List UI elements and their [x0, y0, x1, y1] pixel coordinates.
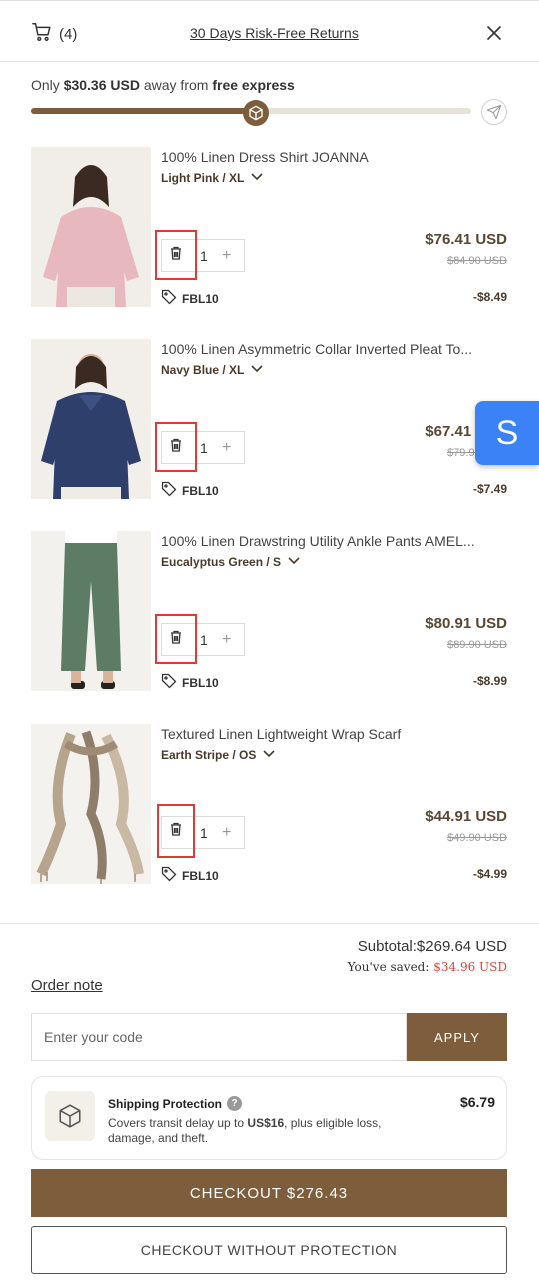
product-image[interactable]	[31, 531, 151, 691]
order-note-link[interactable]: Order note	[31, 977, 103, 994]
plus-icon[interactable]: +	[222, 824, 231, 842]
help-icon[interactable]: ?	[227, 1096, 242, 1111]
discount-code-tag: FBL10	[161, 289, 219, 308]
protection-price: $6.79	[459, 1094, 495, 1110]
item-discount: -$7.49	[472, 482, 507, 496]
tag-icon	[161, 289, 177, 308]
cart-footer: Subtotal:$269.64 USD You've saved: $34.9…	[0, 923, 539, 1285]
checkout-button[interactable]: CHECKOUT $276.43	[31, 1169, 507, 1217]
variant-selector[interactable]: Earth Stripe / OS	[161, 748, 276, 762]
shipping-protection-card[interactable]: Shipping Protection ? Covers transit del…	[31, 1076, 507, 1160]
variant-selector[interactable]: Light Pink / XL	[161, 171, 264, 185]
free-shipping-message: Only $30.36 USD away from free express	[31, 77, 295, 93]
apply-button[interactable]: APPLY	[407, 1013, 507, 1061]
discount-code-tag: FBL10	[161, 866, 219, 885]
cart-item: Textured Linen Lightweight Wrap Scarf Ea…	[31, 724, 507, 884]
protection-title: Shipping Protection ?	[108, 1096, 242, 1111]
item-title[interactable]: Textured Linen Lightweight Wrap Scarf	[161, 726, 507, 742]
cart-indicator[interactable]: (4)	[31, 21, 77, 48]
chevron-down-icon	[287, 555, 301, 569]
trash-icon	[169, 246, 183, 265]
product-image[interactable]	[31, 724, 151, 884]
tag-icon	[161, 866, 177, 885]
cart-item: 100% Linen Drawstring Utility Ankle Pant…	[31, 531, 507, 691]
quantity-value[interactable]: 1	[200, 440, 208, 456]
discount-code-tag: FBL10	[161, 673, 219, 692]
chevron-down-icon	[250, 363, 264, 377]
quantity-value[interactable]: 1	[200, 825, 208, 841]
item-discount: -$8.49	[472, 290, 507, 304]
quantity-value[interactable]: 1	[200, 248, 208, 264]
item-original-price: $89.90 USD	[447, 639, 507, 651]
discount-code-tag: FBL10	[161, 481, 219, 500]
trash-icon	[169, 822, 183, 841]
savings-line: You've saved: $34.96 USD	[347, 960, 507, 974]
chevron-down-icon	[262, 748, 276, 762]
variant-label: Navy Blue / XL	[161, 363, 245, 377]
remove-item-button[interactable]	[155, 422, 197, 472]
cart-item: 100% Linen Dress Shirt JOANNA Light Pink…	[31, 147, 507, 307]
item-title[interactable]: 100% Linen Dress Shirt JOANNA	[161, 149, 507, 165]
item-title[interactable]: 100% Linen Asymmetric Collar Inverted Pl…	[161, 341, 507, 357]
returns-link[interactable]: 30 Days Risk-Free Returns	[190, 25, 359, 41]
shipping-progress-fill	[31, 108, 256, 114]
product-image[interactable]	[31, 147, 151, 307]
plus-icon[interactable]: +	[222, 439, 231, 457]
item-original-price: $84.90 USD	[447, 255, 507, 267]
item-price: $80.91 USD	[425, 615, 507, 632]
trash-icon	[169, 630, 183, 649]
item-price: $44.91 USD	[425, 808, 507, 825]
protection-description: Covers transit delay up to US$16, plus e…	[108, 1116, 382, 1145]
item-price: $76.41 USD	[425, 231, 507, 248]
plus-icon[interactable]: +	[222, 631, 231, 649]
variant-selector[interactable]: Eucalyptus Green / S	[161, 555, 301, 569]
remove-item-button[interactable]	[157, 804, 195, 858]
tag-icon	[161, 673, 177, 692]
variant-label: Earth Stripe / OS	[161, 748, 257, 762]
checkout-without-protection-button[interactable]: CHECKOUT WITHOUT PROTECTION	[31, 1226, 507, 1274]
item-discount: -$4.99	[472, 867, 507, 881]
box-icon	[243, 100, 269, 126]
cart-count: (4)	[59, 26, 78, 43]
remove-item-button[interactable]	[155, 230, 197, 280]
cart-header: (4) 30 Days Risk-Free Returns	[0, 1, 539, 62]
subtotal: Subtotal:$269.64 USD	[357, 938, 507, 955]
trash-icon	[169, 438, 183, 457]
plus-icon[interactable]: +	[222, 247, 231, 265]
variant-selector[interactable]: Navy Blue / XL	[161, 363, 264, 377]
floating-s-button[interactable]: S	[475, 401, 539, 465]
variant-label: Eucalyptus Green / S	[161, 555, 282, 569]
chevron-down-icon	[250, 171, 264, 185]
remove-item-button[interactable]	[155, 614, 197, 664]
item-title[interactable]: 100% Linen Drawstring Utility Ankle Pant…	[161, 533, 507, 549]
quantity-value[interactable]: 1	[200, 632, 208, 648]
item-original-price: $49.90 USD	[447, 832, 507, 844]
cart-item: 100% Linen Asymmetric Collar Inverted Pl…	[31, 339, 507, 499]
product-image[interactable]	[31, 339, 151, 499]
send-icon	[481, 99, 507, 125]
cart-icon	[31, 21, 53, 48]
close-icon[interactable]	[484, 23, 504, 43]
variant-label: Light Pink / XL	[161, 171, 245, 185]
package-icon	[45, 1091, 95, 1141]
discount-code-input[interactable]	[31, 1013, 407, 1061]
tag-icon	[161, 481, 177, 500]
item-discount: -$8.99	[472, 674, 507, 688]
savings-amount: $34.96 USD	[433, 960, 507, 974]
